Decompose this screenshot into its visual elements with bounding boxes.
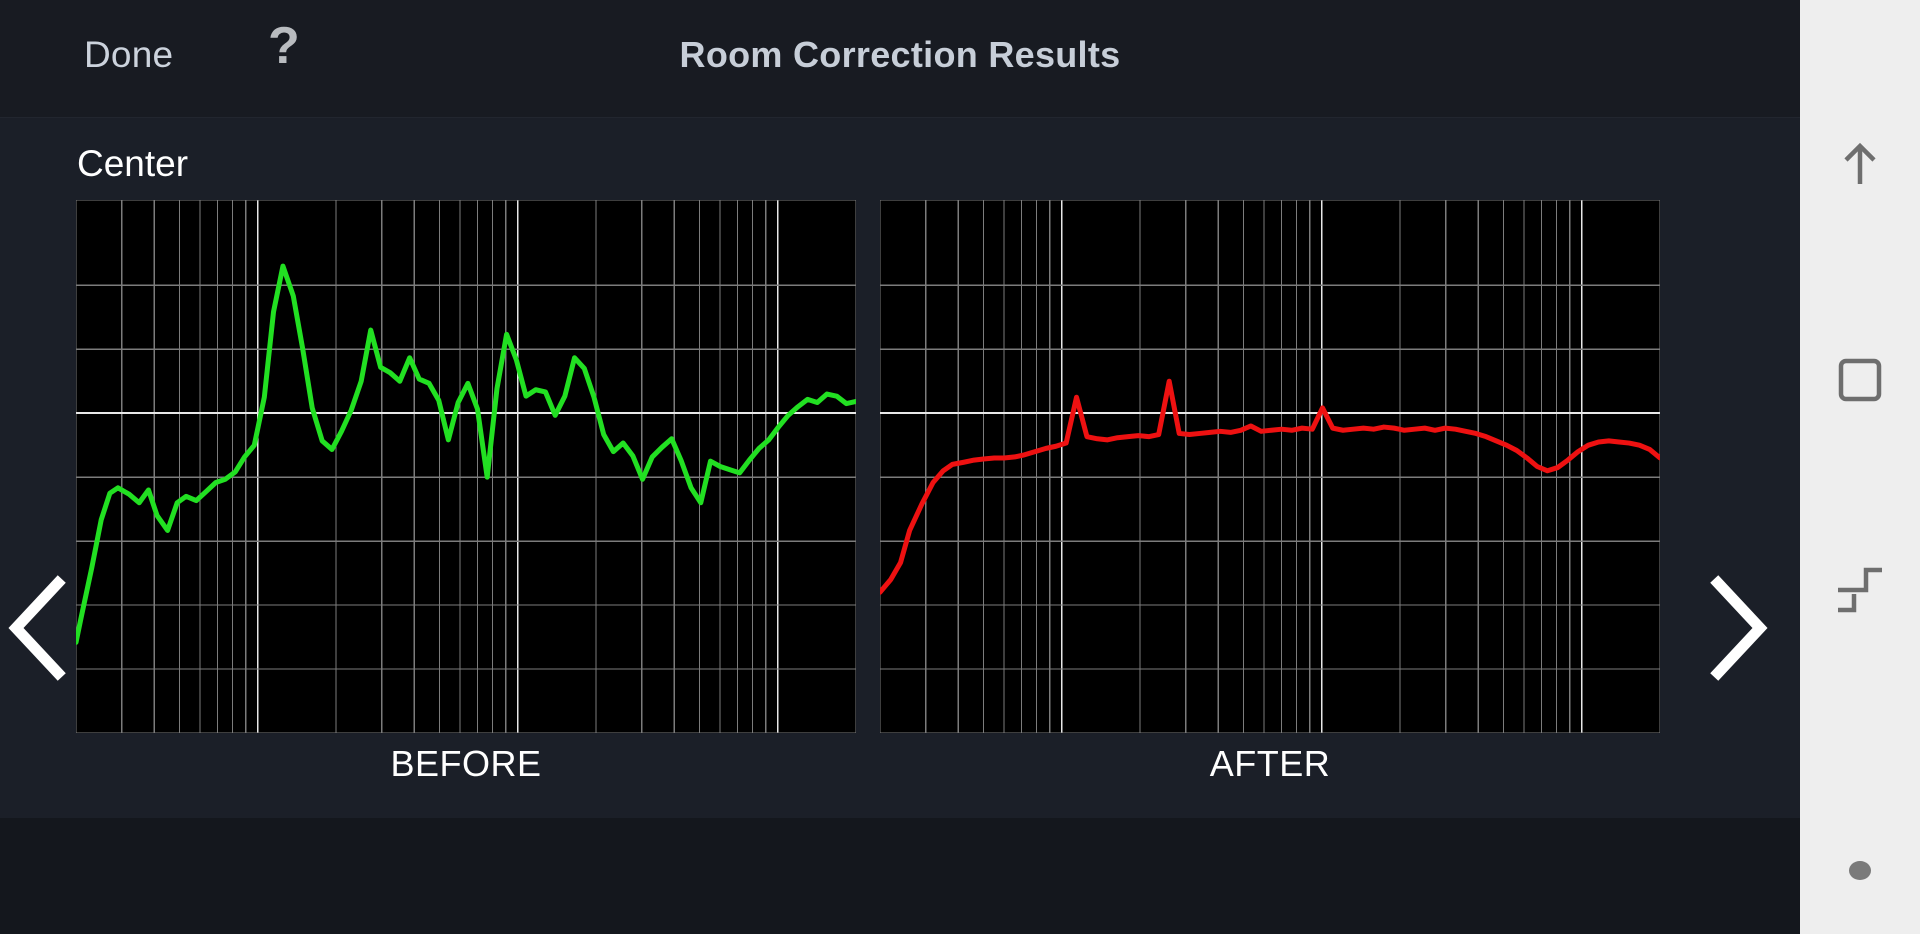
system-back-button[interactable] [1800,120,1920,210]
chevron-right-icon [1710,575,1768,681]
system-split-screen-button[interactable] [1800,545,1920,635]
chart-caption-after: AFTER [1209,743,1331,784]
spectrum-graph-after [880,200,1660,733]
system-navigation-bar [1800,0,1920,934]
system-home-indicator[interactable] [1800,825,1920,915]
charts-container: BEFORE AFTER [0,200,1800,784]
previous-channel-button[interactable] [6,573,76,683]
system-recents-button[interactable] [1800,335,1920,425]
spectrum-graph-before [76,200,856,733]
header-bar: Done ? Room Correction Results [0,0,1800,118]
bottom-strip [0,818,1800,934]
next-channel-button[interactable] [1700,573,1770,683]
chevron-left-icon [8,575,66,681]
square-icon [1838,358,1882,402]
plot-before [76,200,856,733]
app-area: Done ? Room Correction Results Center BE… [0,0,1800,934]
chart-before: BEFORE [76,200,856,785]
arrow-left-icon [1844,142,1876,184]
chart-caption-before: BEFORE [390,743,542,784]
split-screen-icon [1838,567,1882,613]
plot-after [880,200,1660,733]
page-title: Room Correction Results [679,34,1121,75]
channel-label: Center [77,143,189,184]
chart-after: AFTER [880,200,1660,785]
content-area: Center BEFORE AFTER [0,118,1800,818]
screen-root: Done ? Room Correction Results Center BE… [0,0,1920,934]
dot-icon [1849,860,1871,880]
